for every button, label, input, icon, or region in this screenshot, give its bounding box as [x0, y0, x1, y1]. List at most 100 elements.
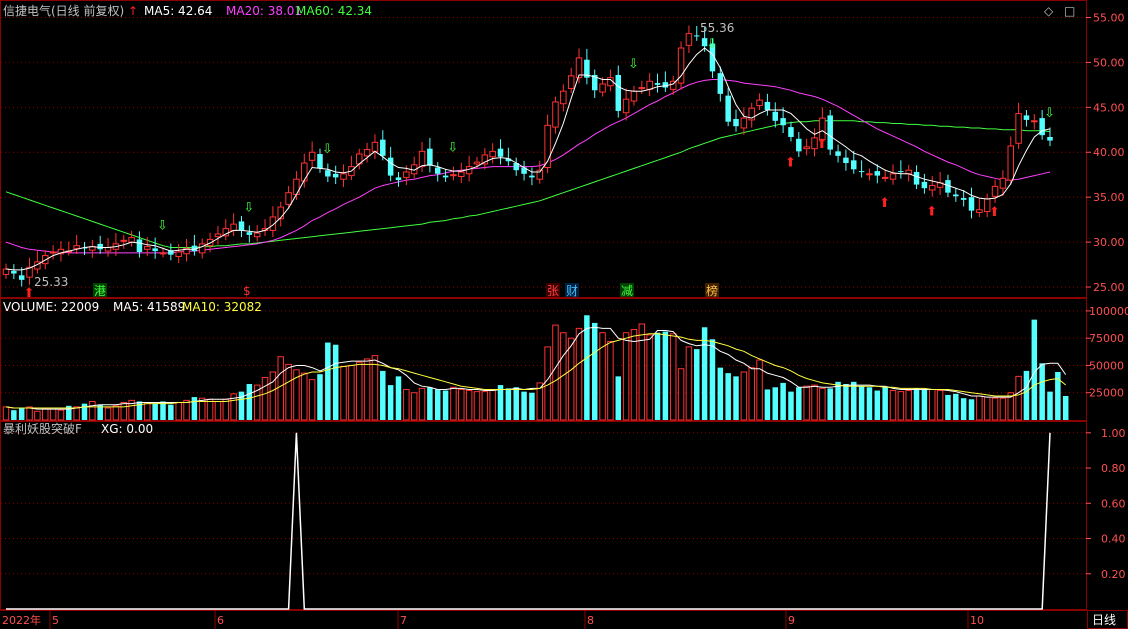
- volume-bar-up: [1015, 375, 1022, 421]
- volume-bar-down: [851, 381, 857, 420]
- indicator-panel-frame: [0, 421, 1087, 610]
- candle-body-down: [717, 73, 724, 94]
- volume-bar-up: [214, 400, 222, 421]
- down-arrow-icon: ⇩: [157, 219, 168, 234]
- ma20-label: MA20: 38.01: [226, 4, 302, 18]
- ma5-line: [5, 47, 1051, 271]
- candle-body-up: [803, 146, 810, 150]
- volume-bar-up: [104, 407, 112, 421]
- candle-body-down: [18, 275, 25, 280]
- ma5-path: [5, 47, 1051, 271]
- candle-body-up: [1031, 120, 1038, 123]
- tag-jian[interactable]: 减: [621, 284, 633, 298]
- candle-body-down: [733, 119, 739, 127]
- candle-body-down: [1047, 136, 1053, 141]
- volume-bar-down: [827, 388, 833, 420]
- month-label: 2022年: [2, 613, 41, 627]
- candle-body-up: [905, 169, 912, 175]
- tag-zhang[interactable]: 张: [547, 284, 559, 298]
- volume-bar-down: [1039, 363, 1045, 420]
- candle-body-up: [473, 161, 481, 165]
- diamond-icon[interactable]: ◇: [1044, 4, 1054, 18]
- candle-body-up: [253, 232, 261, 238]
- volume-bar-down: [953, 393, 959, 420]
- up-arrow-icon: ⬆: [879, 196, 890, 211]
- volume-bar-up: [206, 398, 214, 421]
- volume-bar-up: [622, 332, 630, 421]
- indicator-tick-label: 0.60: [1101, 497, 1126, 510]
- volume-bar-up: [2, 406, 10, 421]
- volume-bar-down: [764, 389, 771, 420]
- volume-bar-down: [945, 394, 951, 420]
- candle-body-up: [308, 151, 316, 161]
- candle-body-down: [764, 101, 771, 111]
- volume-bar-down: [968, 399, 975, 420]
- volume-bar-down: [960, 398, 967, 420]
- candle-body-up: [646, 80, 653, 90]
- month-label: 10: [970, 614, 984, 627]
- candle-body-up: [567, 75, 575, 89]
- candle-body-up: [881, 176, 889, 179]
- candle-body-down: [921, 181, 928, 189]
- candle-body-down: [387, 157, 394, 176]
- candle-body-down: [332, 173, 339, 178]
- stock-chart-window[interactable]: ⇩ ⇩ ⇩ ⇩ ⇩ ⇩ ⇩ ⬆ ⬆ ⬆ ⬆ ⬆ ⬆ 55.00 50.00 45.00 40.00 35.00 3…: [0, 0, 1128, 629]
- candle-body-up: [49, 251, 57, 254]
- volume-bar-down: [521, 391, 527, 420]
- volume-bar-down: [317, 374, 323, 420]
- volume-bar-up: [49, 407, 57, 421]
- volume-bar-up: [308, 379, 316, 421]
- volume-bar-down: [380, 370, 386, 420]
- volume-bar-up: [685, 346, 693, 421]
- candle-body-down: [772, 111, 779, 121]
- volume-bar-up: [630, 328, 638, 421]
- tag-dollar[interactable]: $: [243, 284, 251, 298]
- volume-bar-up: [371, 355, 379, 421]
- tag-hk[interactable]: 港: [94, 284, 106, 298]
- volume-bar-up: [183, 399, 190, 421]
- candle-body-up: [991, 185, 999, 197]
- volume-ma5-label: MA5: 41589: [113, 300, 185, 314]
- volume-bar-down: [866, 387, 873, 420]
- chart-canvas[interactable]: ⇩ ⇩ ⇩ ⇩ ⇩ ⇩ ⇩ ⬆ ⬆ ⬆ ⬆ ⬆ ⬆ 55.00 50.00 45.00 40.00 35.00 3…: [0, 0, 1128, 629]
- volume-bar-down: [152, 403, 158, 420]
- candle-body-down: [968, 197, 975, 211]
- volume-bar-down: [874, 390, 881, 420]
- volume-bar-down: [858, 386, 865, 420]
- candle-body-up: [2, 268, 10, 275]
- tag-cai[interactable]: 财: [566, 284, 578, 298]
- candle-body-down: [953, 194, 959, 197]
- volume-bar-down: [18, 408, 25, 420]
- candle-body-up: [73, 245, 80, 249]
- candle-body-down: [442, 175, 449, 178]
- tag-bang[interactable]: 榜: [706, 283, 718, 298]
- candle-body-up: [285, 192, 292, 205]
- volume-bar-up: [261, 376, 269, 421]
- volume-bar-down: [835, 381, 841, 420]
- ma5-label: MA5: 42.64: [144, 4, 212, 18]
- candle-body-up: [301, 162, 308, 182]
- volume-bar-up: [34, 410, 41, 421]
- volume-bar-down: [780, 382, 786, 420]
- candle-body-down: [529, 175, 535, 178]
- period-button[interactable]: 日线: [1092, 613, 1116, 627]
- candle-body-down: [898, 171, 904, 173]
- candle-body-down: [851, 160, 857, 170]
- volume-bar-up: [567, 337, 575, 421]
- volume-bar-up: [175, 402, 182, 421]
- down-arrow-icon: ⇩: [628, 57, 639, 72]
- volume-bar-down: [796, 387, 802, 420]
- event-tags[interactable]: 港 $ 张 财 减 榜: [93, 283, 719, 298]
- candle-body-up: [552, 101, 559, 128]
- month-label: 5: [52, 614, 59, 627]
- window-icon[interactable]: □: [1064, 4, 1075, 18]
- volume-bar-down: [694, 349, 700, 420]
- volume-bar-down: [1062, 395, 1069, 420]
- candle-body-up: [403, 171, 410, 178]
- volume-bar-up: [929, 388, 936, 421]
- volume-bar-down: [442, 390, 449, 420]
- volume-bar-down: [788, 391, 794, 420]
- volume-bars[interactable]: [2, 315, 1069, 421]
- volume-bar-down: [913, 388, 920, 420]
- candle-body-down: [827, 115, 833, 150]
